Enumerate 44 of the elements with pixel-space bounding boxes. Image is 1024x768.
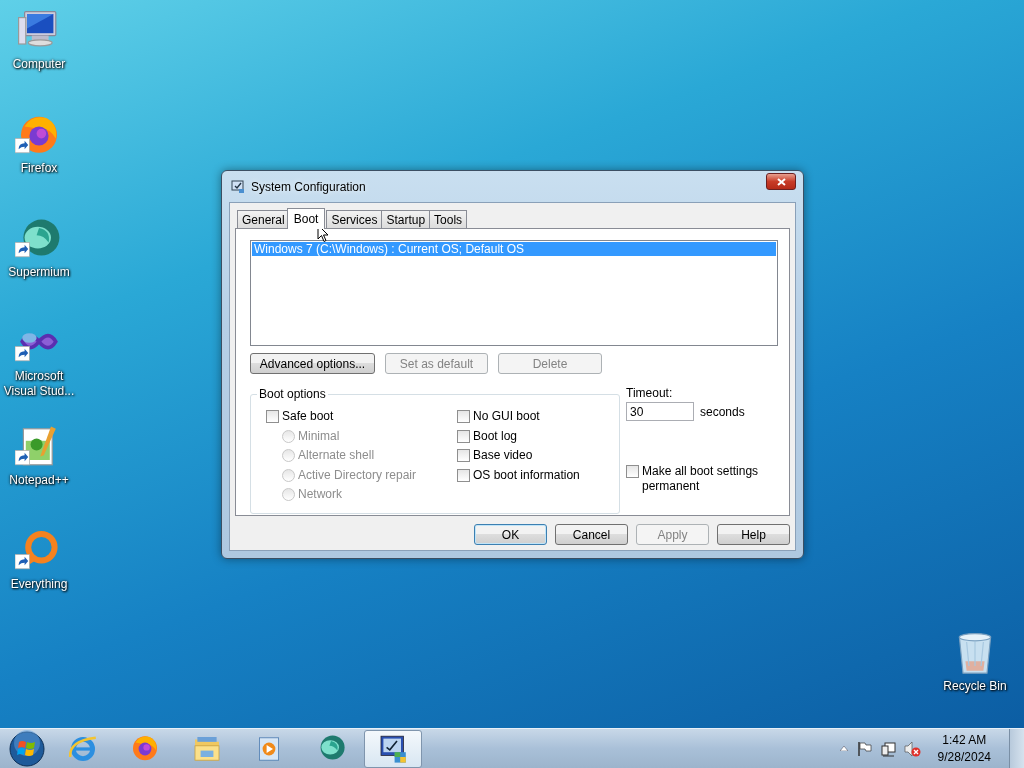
caret-icon[interactable] (839, 746, 848, 751)
checkbox[interactable] (457, 410, 470, 423)
dialog-button[interactable]: Cancel (555, 524, 628, 545)
taskbar-button[interactable] (364, 729, 422, 768)
start-button[interactable] (8, 729, 46, 768)
dialog-button[interactable]: Help (717, 524, 790, 545)
checkbox-label: Safe boot (282, 409, 334, 424)
checkbox-label: OS boot information (473, 467, 580, 483)
checkbox[interactable] (266, 410, 279, 423)
tab[interactable]: Boot (286, 208, 326, 229)
tab[interactable]: General (237, 210, 290, 228)
checkbox-label: No GUI boot (473, 409, 540, 424)
field-label: Timeout: (626, 386, 674, 400)
checkbox[interactable] (457, 429, 470, 443)
flag-icon[interactable] (855, 740, 872, 757)
action-button[interactable]: Advanced options... (250, 353, 375, 374)
checkbox-label: Base video (473, 448, 533, 463)
checkbox-label: Make all boot settings permanent (642, 464, 760, 494)
tab[interactable]: Startup (381, 210, 431, 228)
show-desktop-button[interactable] (1009, 729, 1024, 768)
volume-icon[interactable] (903, 740, 922, 757)
tab[interactable]: Tools (429, 210, 468, 228)
network-icon[interactable] (879, 740, 896, 757)
checkbox[interactable] (457, 449, 470, 462)
checkbox[interactable] (626, 465, 639, 478)
app-icon (231, 179, 245, 194)
tab[interactable]: Services (326, 210, 383, 228)
checkbox-label: Boot log (473, 428, 518, 444)
close-button[interactable] (766, 173, 796, 190)
radio-label: Active Directory repair (298, 467, 417, 483)
window-title: System Configuration (251, 179, 366, 194)
clock-time[interactable]: 1:42 AM (942, 731, 987, 749)
icon-label[interactable]: Recycle Bin (943, 679, 1007, 694)
radio-label: Network (298, 487, 342, 502)
close-icon (776, 177, 786, 186)
icon-label[interactable]: Everything (10, 577, 68, 592)
unit-label: seconds (700, 404, 745, 419)
clock-date[interactable]: 9/28/2024 (937, 748, 991, 766)
group-title: Boot options (257, 386, 328, 402)
radio-label: Minimal (298, 428, 340, 444)
dialog-button[interactable]: OK (474, 524, 547, 545)
timeout-field[interactable]: 30 (626, 402, 694, 421)
radio-label: Alternate shell (298, 448, 375, 463)
checkbox[interactable] (457, 468, 470, 482)
